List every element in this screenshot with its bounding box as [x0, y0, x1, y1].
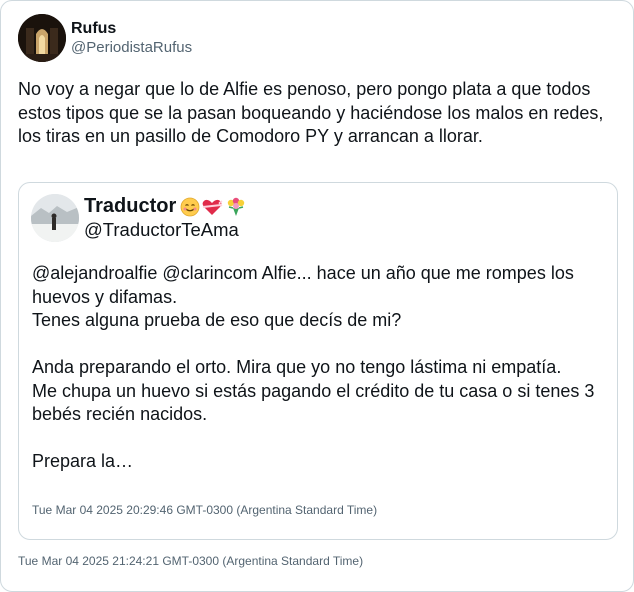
quoted-tweet-text: @alejandroalfie @clarincom Alfie... hace…	[32, 263, 595, 471]
quoted-tweet-header: Traductor @TraductorTeAma	[31, 194, 248, 242]
quoted-display-name[interactable]: Traductor	[84, 195, 176, 218]
quoted-user-names: Traductor @TraductorTeAma	[84, 195, 248, 241]
display-name-emojis	[180, 197, 248, 217]
tweet-header: Rufus @PeriodistaRufus	[18, 14, 192, 62]
tweet-card: Rufus @PeriodistaRufus No voy a negar qu…	[0, 0, 634, 592]
avatar[interactable]	[18, 14, 66, 62]
smiling-face-with-hearts-icon	[180, 197, 200, 216]
tweet-text: No voy a negar que lo de Alfie es penoso…	[18, 79, 609, 146]
quoted-timestamp[interactable]: Tue Mar 04 2025 20:29:46 GMT-0300 (Argen…	[32, 503, 377, 517]
quoted-avatar[interactable]	[31, 194, 79, 242]
quoted-user-handle[interactable]: @TraductorTeAma	[84, 218, 248, 241]
bouquet-of-flowers-icon	[228, 197, 245, 216]
user-names: Rufus @PeriodistaRufus	[71, 19, 192, 57]
display-name[interactable]: Rufus	[71, 19, 192, 38]
quoted-display-name-row: Traductor	[84, 195, 248, 218]
heart-with-ribbon-icon	[202, 199, 223, 215]
user-handle[interactable]: @PeriodistaRufus	[71, 38, 192, 57]
quoted-tweet[interactable]: Traductor @TraductorTeAma @alejandroalfi…	[18, 182, 618, 540]
timestamp[interactable]: Tue Mar 04 2025 21:24:21 GMT-0300 (Argen…	[18, 554, 363, 568]
